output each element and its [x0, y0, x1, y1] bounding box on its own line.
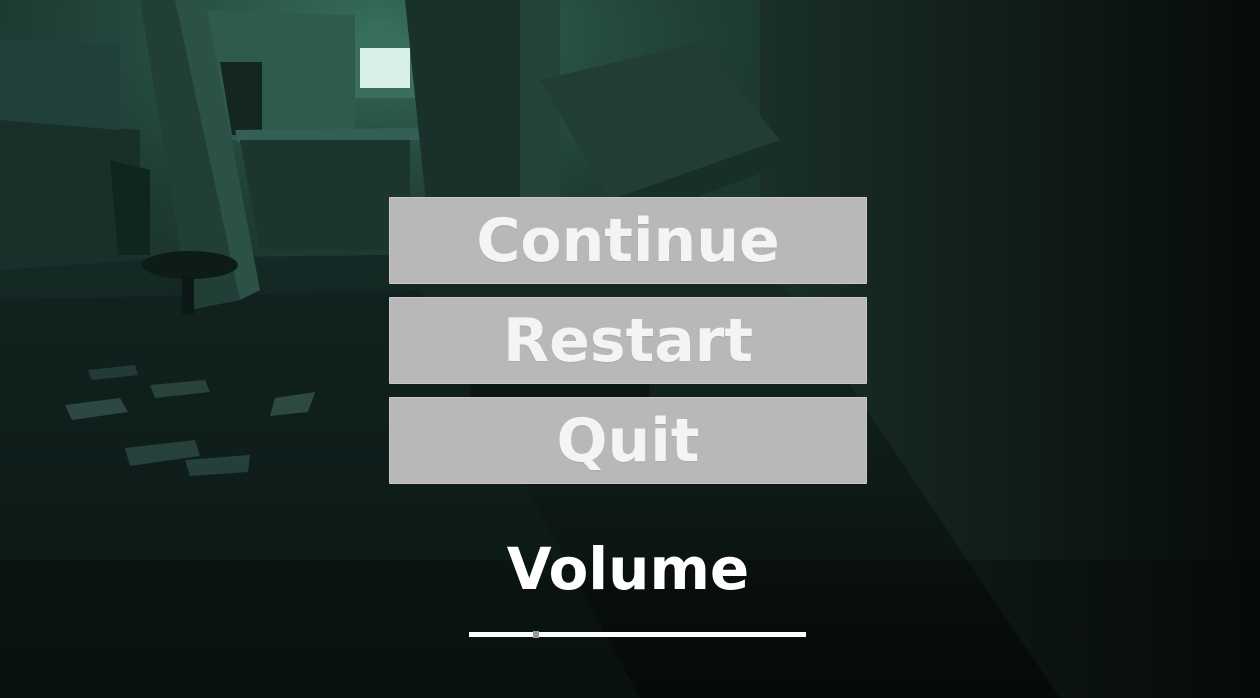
continue-button-label: Continue: [476, 205, 780, 276]
volume-slider[interactable]: [469, 625, 806, 643]
quit-button[interactable]: Quit: [389, 397, 867, 484]
continue-button[interactable]: Continue: [389, 197, 867, 284]
quit-button-label: Quit: [556, 405, 700, 476]
volume-slider-handle[interactable]: [533, 631, 540, 638]
volume-label: Volume: [506, 535, 750, 603]
restart-button[interactable]: Restart: [389, 297, 867, 384]
volume-slider-track[interactable]: [469, 632, 806, 637]
restart-button-label: Restart: [502, 305, 754, 376]
